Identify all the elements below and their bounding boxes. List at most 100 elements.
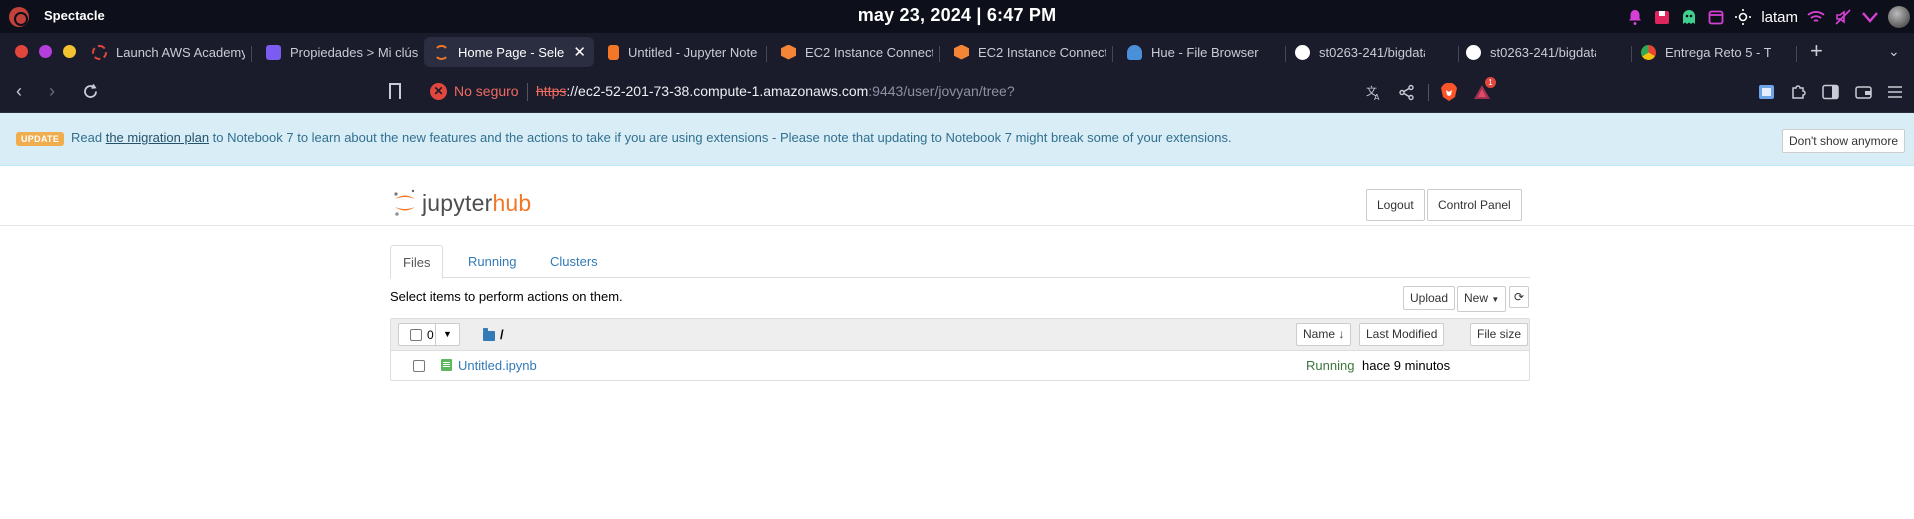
package-icon[interactable] [1653,8,1671,26]
tab-title: Hue - File Browser [1151,44,1259,60]
update-text-after: to Notebook 7 to learn about the new fea… [209,130,1232,145]
tab-hue-file-browser[interactable]: Hue - File Browser [1117,37,1279,67]
arrow-down-icon: ↓ [1338,327,1345,341]
tab-jupyterhub-home[interactable]: Home Page - Sele ✕ [424,37,594,67]
tab-ec2-instance-connect-1[interactable]: EC2 Instance Connect [771,37,933,67]
share-icon[interactable] [1398,84,1415,101]
wallet-icon[interactable] [1855,84,1872,100]
logo-word-hub: hub [492,189,532,216]
new-button-label: New [1464,291,1489,305]
keyboard-layout-indicator[interactable]: latam [1761,9,1798,26]
sort-by-name-button[interactable]: Name ↓ [1296,323,1352,346]
emr-icon [266,44,281,60]
tab-title: Propiedades > Mi clús [290,44,418,60]
selection-hint: Select items to perform actions on them. [390,289,623,304]
ghost-icon[interactable] [1680,8,1698,26]
sort-by-file-size-button[interactable]: File size [1470,323,1529,346]
tab-launch-aws-academy[interactable]: Launch AWS Academy [82,37,245,67]
sort-by-last-modified-button[interactable]: Last Modified [1359,323,1445,346]
select-all-control[interactable]: 0 ▼ [398,323,460,346]
spectacle-logo-icon[interactable] [9,7,29,27]
tab-clusters[interactable]: Clusters [538,245,610,278]
new-tab-button[interactable]: + [1810,40,1823,62]
tab-title: st0263-241/bigdata/0 [1319,44,1425,60]
not-secure-icon[interactable]: ✕ [430,83,447,100]
tab-untitled-jupyter-notebook[interactable]: Untitled - Jupyter Note [598,37,760,67]
url-scheme: https [536,83,567,99]
sort-name-label: Name [1303,327,1336,341]
tab-title: EC2 Instance Connect [805,44,933,60]
last-modified-value: hace 9 minutos [1362,358,1451,373]
tab-github-bigdata-1[interactable]: st0263-241/bigdata/0 [1285,37,1425,67]
header-divider [0,225,1914,226]
back-button[interactable]: ‹ [16,82,22,100]
breadcrumb-path: / [500,327,504,342]
tab-title: Entrega Reto 5 - Tópic [1665,44,1771,60]
jupyter-logo-icon [394,189,415,216]
user-avatar[interactable] [1888,6,1910,28]
window-close-button[interactable] [15,45,28,58]
jupyter-icon [434,44,449,60]
url-path: :9443/user/jovyan/tree? [868,83,1015,99]
logout-button[interactable]: Logout [1366,189,1425,221]
file-name-link[interactable]: Untitled.ipynb [458,358,537,373]
file-list-header: 0 ▼ / Name ↓ Last Modified File size [391,319,1529,351]
github-icon [1466,44,1481,60]
ec2-icon [954,44,969,60]
new-dropdown-button[interactable]: New ▼ [1457,286,1507,312]
folder-icon [483,327,495,341]
mute-icon[interactable] [1834,8,1852,26]
refresh-button[interactable]: ⟳ [1509,286,1529,308]
tab-github-bigdata-2[interactable]: st0263-241/bigdata/da [1456,37,1596,67]
rewards-badge: 1 [1485,77,1496,88]
breadcrumb[interactable]: / [483,327,504,342]
table-row[interactable]: Untitled.ipynb Running hace 9 minutos [391,351,1529,381]
wifi-icon[interactable] [1807,8,1825,26]
select-all-checkbox[interactable] [410,328,422,341]
extensions-puzzle-icon[interactable] [1790,84,1807,100]
menu-icon[interactable] [1887,85,1903,99]
brave-shields-icon[interactable] [1440,82,1458,102]
github-icon [1295,44,1310,60]
translate-icon[interactable]: 文A [1365,84,1382,101]
logo-word-jupyter: jupyter [422,189,493,216]
vpn-icon[interactable] [1861,8,1879,26]
tab-ec2-instance-connect-2[interactable]: EC2 Instance Connect [944,37,1106,67]
close-tab-icon[interactable]: ✕ [573,43,586,61]
calendar-icon[interactable] [1707,8,1725,26]
browser-toolbar: ‹ › ✕ No seguro https://ec2-52-201-73-38… [0,71,1914,113]
reload-icon[interactable] [82,83,99,100]
select-menu-caret-icon[interactable]: ▼ [436,323,460,346]
row-checkbox[interactable] [413,360,425,372]
bookmark-icon[interactable] [389,83,401,99]
window-minimize-button[interactable] [39,45,52,58]
browser-tab-strip: Launch AWS Academy Propiedades > Mi clús… [0,33,1914,71]
upload-button[interactable]: Upload [1403,286,1456,310]
aws-academy-icon [92,44,107,60]
brightness-icon[interactable] [1734,8,1752,26]
extension-app-icon[interactable] [1758,84,1775,100]
url-bar[interactable]: https://ec2-52-201-73-38.compute-1.amazo… [536,83,1015,99]
bell-icon[interactable] [1626,8,1644,26]
tab-files[interactable]: Files [390,245,444,279]
forward-button[interactable]: › [49,82,55,100]
active-app-name[interactable]: Spectacle [44,8,105,23]
select-all-checkbox-group[interactable]: 0 [398,323,436,346]
window-maximize-button[interactable] [63,45,76,58]
svg-text:A: A [1374,93,1380,101]
tab-title: st0263-241/bigdata/da [1490,44,1596,60]
tab-list-chevron-icon[interactable]: ⌄ [1888,43,1900,60]
caret-down-icon: ▼ [1491,295,1500,304]
chrome-icon [1641,44,1656,60]
tab-entrega-reto-5[interactable]: Entrega Reto 5 - Tópic [1631,37,1771,67]
tab-emr-cluster-properties[interactable]: Propiedades > Mi clús [256,37,418,67]
control-panel-button[interactable]: Control Panel [1427,189,1522,221]
ec2-icon [781,44,796,60]
migration-plan-link[interactable]: the migration plan [106,130,209,145]
security-label[interactable]: No seguro [454,83,519,99]
tab-running[interactable]: Running [456,245,528,278]
sidebar-icon[interactable] [1822,84,1839,100]
jupyterhub-logo[interactable]: jupyterhub [393,186,531,220]
dont-show-anymore-button[interactable]: Don't show anymore [1782,129,1906,153]
system-top-bar: Spectacle may 23, 2024 | 6:47 PM latam [0,0,1914,33]
